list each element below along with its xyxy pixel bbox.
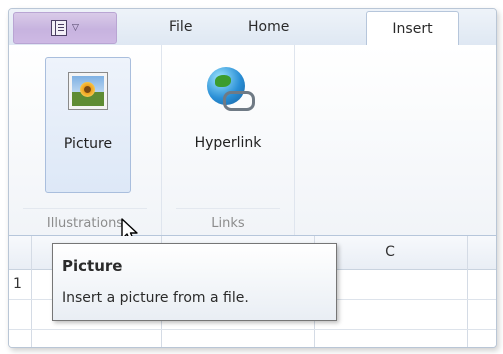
links-group-caption: Links	[162, 208, 294, 231]
grid-divider	[31, 269, 32, 347]
tab-home[interactable]: Home	[248, 19, 289, 35]
chain-link-icon	[223, 91, 255, 111]
grid-divider	[467, 236, 468, 269]
row-header-1[interactable]: 1	[13, 276, 22, 292]
row-divider	[9, 329, 496, 330]
links-group: Hyperlink Links	[162, 45, 295, 235]
document-icon	[51, 20, 68, 36]
ribbon-tab-strip: ▽ File Home Insert	[9, 9, 496, 46]
picture-button[interactable]: Picture	[45, 57, 131, 193]
grid-divider	[31, 236, 32, 269]
application-menu-button[interactable]: ▽	[13, 12, 117, 44]
grid-divider	[467, 269, 468, 347]
picture-icon	[68, 72, 108, 110]
tab-insert[interactable]: Insert	[366, 11, 459, 46]
hyperlink-button-label: Hyperlink	[194, 135, 262, 151]
tooltip-description: Insert a picture from a file.	[62, 290, 249, 306]
tab-file[interactable]: File	[169, 19, 192, 35]
picture-button-label: Picture	[63, 136, 113, 152]
picture-tooltip: Picture Insert a picture from a file.	[52, 243, 337, 321]
column-header-c[interactable]: C	[315, 236, 465, 269]
chevron-down-icon: ▽	[72, 23, 79, 33]
ribbon-panel: Picture Illustrations Hyperlink Links	[9, 45, 496, 243]
tab-insert-label: Insert	[392, 21, 433, 37]
tooltip-title: Picture	[62, 257, 123, 275]
hyperlink-button[interactable]: Hyperlink	[183, 57, 273, 191]
illustrations-group: Picture Illustrations	[9, 45, 162, 235]
